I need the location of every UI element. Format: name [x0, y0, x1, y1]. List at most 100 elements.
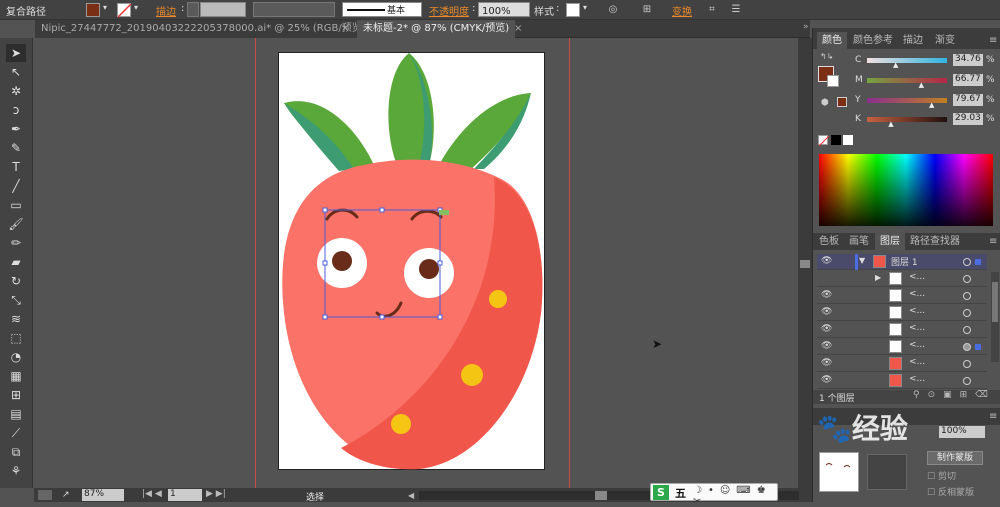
eye-icon[interactable]: 👁 — [821, 375, 832, 385]
close-icon[interactable]: × — [514, 20, 522, 38]
eye-icon[interactable]: 👁 — [821, 358, 832, 368]
eye-icon[interactable]: 👁 — [821, 307, 832, 317]
symbol-sprayer-tool-icon[interactable]: ⚘ — [6, 462, 26, 480]
scroll-thumb[interactable] — [595, 491, 607, 500]
ime-icons[interactable]: ☽•☺⌨♚✂ — [693, 485, 777, 507]
stroke-label[interactable]: 描边 — [156, 3, 176, 18]
tab-nipic[interactable]: Nipic_27447772_20190403222205378000.ai* … — [35, 20, 372, 38]
shape-builder-tool-icon[interactable]: ◔ — [6, 348, 26, 366]
target-icon[interactable] — [963, 377, 971, 385]
k-slider-track[interactable] — [867, 117, 947, 122]
isolate-icon[interactable]: ⌗ — [705, 3, 719, 17]
chevron-down-icon[interactable]: ▾ — [134, 3, 138, 12]
eye-icon[interactable]: 👁 — [821, 256, 832, 266]
y-value-input[interactable]: 79.67 — [953, 94, 983, 106]
eraser-tool-icon[interactable]: ▰ — [6, 253, 26, 271]
y-slider-track[interactable] — [867, 98, 947, 103]
scale-tool-icon[interactable]: ⤡ — [6, 291, 26, 309]
artboard-number-dropdown[interactable]: 1 — [168, 489, 202, 501]
sublayer-row[interactable]: 👁 <... — [817, 322, 987, 338]
target-icon[interactable] — [963, 326, 971, 334]
tab-color[interactable]: 颜色 — [817, 32, 847, 49]
recolor-icon[interactable]: ◎ — [606, 3, 620, 17]
slider-marker[interactable]: ▲ — [929, 101, 934, 109]
sublayer-row[interactable]: 👁 <... — [817, 288, 987, 304]
eye-icon[interactable]: 👁 — [821, 341, 832, 351]
target-icon[interactable] — [963, 360, 971, 368]
vertical-scrollbar[interactable] — [798, 38, 812, 488]
expand-arrow-icon[interactable]: ▶ — [875, 273, 881, 282]
opacity-input[interactable]: 100% — [478, 2, 530, 17]
color-spectrum[interactable] — [819, 154, 993, 226]
paintbrush-tool-icon[interactable]: 🖌 — [6, 215, 26, 233]
none-swatch[interactable] — [818, 135, 830, 147]
rectangle-tool-icon[interactable]: ▭ — [6, 196, 26, 214]
gamut-swatch[interactable] — [837, 97, 847, 107]
tab-color-guide[interactable]: 颜色参考 — [853, 32, 893, 49]
out-of-gamut-icon[interactable]: ⬢ — [821, 98, 829, 108]
opacity-label[interactable]: 不透明度 — [429, 3, 469, 18]
layer-row-1[interactable]: 👁 ▼ 图层 1 — [817, 254, 987, 270]
blend-tool-icon[interactable]: ⧉ — [6, 443, 26, 461]
layers-scrollbar[interactable] — [991, 272, 999, 362]
pen-tool-icon[interactable]: ✒ — [6, 120, 26, 138]
lasso-tool-icon[interactable]: ↄ — [6, 101, 26, 119]
panel-menu-icon[interactable]: ≡ — [989, 408, 997, 425]
target-icon[interactable] — [963, 258, 971, 266]
panel-menu-icon[interactable]: ≡ — [989, 32, 997, 49]
eyedropper-tool-icon[interactable]: ⟋ — [6, 424, 26, 442]
mesh-tool-icon[interactable]: ⊞ — [6, 386, 26, 404]
target-icon[interactable] — [963, 343, 971, 351]
eye-icon[interactable]: 👁 — [821, 290, 832, 300]
tab-layers[interactable]: 图层 — [875, 233, 905, 250]
layer-action-icons[interactable]: ⚲⊙▣⊞⌫ — [913, 390, 996, 400]
target-icon[interactable] — [963, 292, 971, 300]
swap-fill-stroke-icon[interactable]: ↰↳ — [820, 52, 833, 61]
line-tool-icon[interactable]: ╱ — [6, 177, 26, 195]
close-icon[interactable]: × — [341, 20, 349, 38]
gradient-tool-icon[interactable]: ▤ — [6, 405, 26, 423]
direct-selection-tool-icon[interactable]: ↖ — [6, 63, 26, 81]
ime-mode[interactable]: 五 — [675, 485, 686, 501]
tabs-overflow-icon[interactable]: » — [803, 22, 809, 32]
m-slider-track[interactable] — [867, 78, 947, 83]
curvature-tool-icon[interactable]: ✎ — [6, 139, 26, 157]
menu-options-icon[interactable]: ☰ — [729, 3, 743, 17]
variable-width-dropdown[interactable] — [253, 2, 335, 17]
type-tool-icon[interactable]: T — [6, 158, 26, 176]
target-icon[interactable] — [963, 309, 971, 317]
artboard-nav-icon[interactable] — [38, 490, 52, 500]
sublayer-row[interactable]: 👁 <... — [817, 373, 987, 389]
rotate-tool-icon[interactable]: ↻ — [6, 272, 26, 290]
sublayer-row[interactable]: 👁 <... — [817, 356, 987, 372]
sublayer-row[interactable]: 👁 <... — [817, 339, 987, 355]
sublayer-row[interactable]: ▶ <... — [817, 271, 987, 287]
chevron-down-icon[interactable]: ▾ — [103, 3, 107, 12]
tab-stroke[interactable]: 描边 — [903, 32, 923, 49]
prev-artboard-icon[interactable]: |◀ ◀ — [142, 489, 162, 499]
stroke-swatch[interactable] — [117, 3, 132, 18]
tab-brushes[interactable]: 画笔 — [849, 233, 869, 250]
invert-mask-checkbox[interactable]: ☐ 反相蒙版 — [927, 485, 974, 498]
transform-label[interactable]: 变换 — [672, 3, 692, 18]
free-transform-tool-icon[interactable]: ⬚ — [6, 329, 26, 347]
stroke-profile-dropdown[interactable]: 基本 — [342, 2, 422, 17]
c-slider-track[interactable] — [867, 58, 947, 63]
style-swatch[interactable] — [566, 3, 580, 17]
k-value-input[interactable]: 29.03 — [953, 113, 983, 125]
selection-tool-icon[interactable]: ➤ — [6, 44, 26, 62]
perspective-tool-icon[interactable]: ▦ — [6, 367, 26, 385]
white-swatch[interactable] — [843, 135, 853, 145]
stroke-weight-input[interactable] — [200, 2, 246, 17]
stroke-stepper[interactable] — [187, 2, 199, 17]
make-mask-button[interactable]: 制作蒙版 — [927, 451, 983, 465]
tab-gradient[interactable]: 渐变 — [935, 32, 955, 49]
tab-pathfinder[interactable]: 路径查找器 — [910, 233, 960, 250]
scroll-left-icon[interactable]: ◀ — [408, 491, 414, 500]
m-value-input[interactable]: 66.77 — [953, 74, 983, 86]
stroke-color-box[interactable] — [827, 75, 839, 87]
scroll-thumb[interactable] — [800, 260, 810, 268]
mask-thumbnail[interactable] — [867, 454, 907, 490]
sublayer-row[interactable]: 👁 <... — [817, 305, 987, 321]
sogou-icon[interactable]: S — [653, 485, 669, 500]
